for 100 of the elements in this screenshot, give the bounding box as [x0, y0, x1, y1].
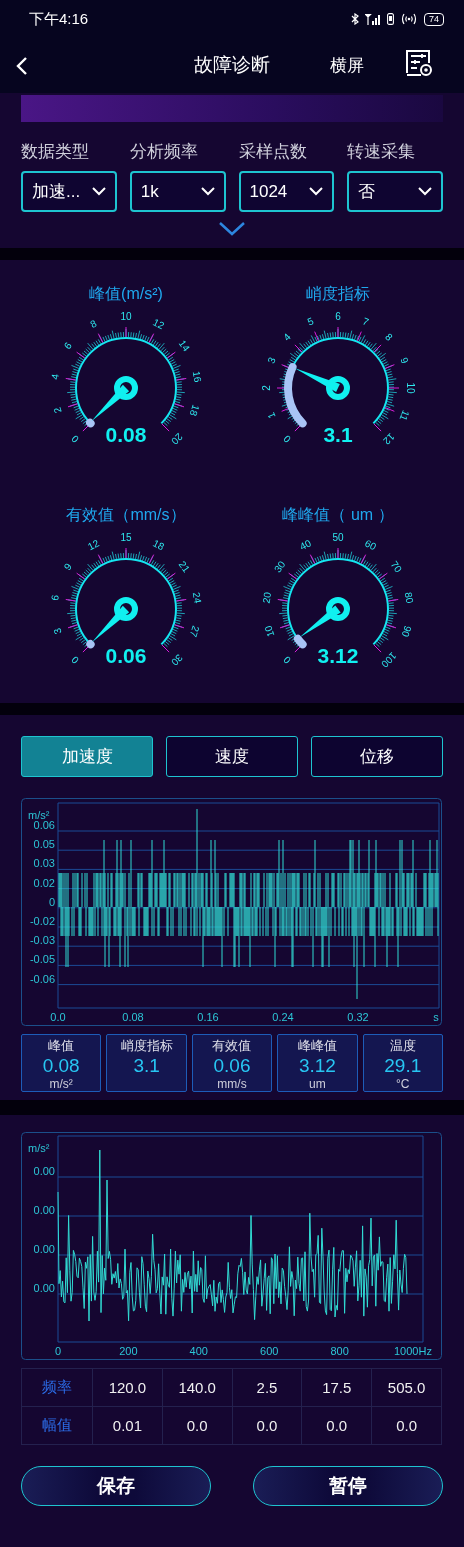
stat-label: 有效值 [212, 1037, 252, 1054]
gauge-value: 0.06 [105, 644, 147, 667]
scale-label: 10 [404, 382, 416, 394]
action-button[interactable]: 暂停 [253, 1466, 443, 1506]
status-time: 下午4:16 [29, 9, 89, 29]
dropdown[interactable]: 加速... [21, 171, 117, 212]
scale-label: 2 [51, 405, 64, 415]
scale-label: 6 [61, 340, 74, 352]
scale-label: 8 [88, 317, 99, 330]
scale-label: 12 [381, 431, 397, 447]
stat-value: 3.12 [298, 1054, 336, 1078]
scale-label: 27 [187, 624, 202, 639]
scale-label: 40 [297, 537, 313, 553]
dropdown[interactable]: 否 [347, 171, 443, 212]
scale-label: 70 [388, 558, 404, 575]
stat-value: 3.1 [133, 1054, 160, 1078]
gauge-needle [294, 367, 350, 400]
axis-label: 1000Hz [394, 1345, 432, 1357]
sim-icon [387, 13, 394, 25]
dropdown[interactable]: 1024 [238, 171, 335, 212]
table-cell: 0.01 [92, 1406, 163, 1445]
scale-label: 20 [260, 591, 274, 605]
axis-label: 800 [330, 1345, 349, 1357]
scale-label: 8 [383, 331, 395, 343]
stat-unit: um [309, 1078, 326, 1091]
settings-icon[interactable] [405, 49, 433, 77]
scale-label: 7 [360, 315, 371, 328]
expand-icon[interactable] [219, 222, 245, 236]
dropdown[interactable]: 1k [129, 171, 226, 212]
table-cell: 0.0 [162, 1406, 233, 1445]
progress-arc [284, 363, 307, 428]
scale-label: 4 [49, 373, 61, 381]
progress-arc [293, 634, 307, 649]
bluetooth-icon [351, 13, 359, 25]
axis-label: -0.02 [29, 915, 55, 927]
scale-label: 50 [332, 531, 344, 543]
scale-label: 14 [176, 337, 192, 354]
axis-label: 0.0 [50, 1011, 66, 1023]
scale-label: 0 [69, 433, 81, 445]
table-cell: 2.5 [232, 1368, 302, 1407]
scale-label: 9 [398, 355, 411, 366]
chevron-down-icon [200, 187, 215, 196]
gauge-title: 峰峰值（ um ） [282, 505, 394, 525]
axis-label: 0.06 [33, 819, 55, 831]
axis-label: -0.05 [29, 953, 55, 966]
chevron-down-icon [91, 187, 106, 196]
hotspot-icon [400, 13, 418, 25]
stat-label: 峰峰值 [297, 1037, 337, 1054]
table-cell: 0.0 [301, 1406, 372, 1445]
table-cell: 0.0 [371, 1406, 442, 1445]
axis-label: 400 [189, 1345, 208, 1357]
action-button[interactable]: 保存 [21, 1466, 211, 1506]
scale-label: 30 [169, 652, 185, 668]
scale-label: 12 [151, 316, 167, 332]
axis-label: 0.24 [272, 1011, 294, 1023]
scale-label: 6 [49, 594, 61, 602]
page-title: 故障诊断 [194, 53, 270, 77]
scale-label: 1 [265, 410, 278, 421]
axis-label: 0.02 [33, 876, 55, 889]
stat-label: 温度 [389, 1037, 416, 1054]
scale-label: 18 [151, 537, 167, 553]
landscape-button[interactable]: 横屏 [330, 54, 364, 77]
scale-label: 24 [190, 591, 204, 605]
table-cell: 505.0 [371, 1368, 442, 1407]
scale-label: 11 [397, 408, 412, 423]
axis-label: 0.00 [33, 1282, 55, 1294]
axis-label: 0.32 [347, 1011, 369, 1023]
tab[interactable]: 加速度 [21, 736, 153, 777]
axis-label: 0.05 [33, 838, 55, 851]
scale-label: 21 [176, 558, 192, 575]
tab[interactable]: 速度 [166, 736, 298, 777]
gauge-needle [299, 597, 350, 638]
axis-label: 0.16 [197, 1011, 219, 1023]
scale-label: 100 [379, 650, 399, 670]
gauge-title: 峭度指标 [306, 284, 370, 304]
scale-label: 9 [61, 561, 74, 573]
axis-label: 0.08 [122, 1011, 144, 1023]
tab[interactable]: 位移 [311, 736, 443, 777]
back-icon[interactable] [16, 56, 28, 76]
scale-label: 4 [281, 331, 293, 343]
scale-label: 3 [51, 626, 64, 636]
scale-label: 80 [402, 591, 416, 605]
table-cell: 120.0 [92, 1368, 163, 1407]
axis-label: 200 [119, 1345, 138, 1357]
stat-label: 峰值 [48, 1037, 75, 1054]
battery-indicator: 74 [424, 12, 444, 26]
stat-unit: m/s² [49, 1078, 73, 1091]
scale-label: 20 [169, 431, 185, 447]
row-header: 频率 [21, 1368, 93, 1407]
scale-label: 12 [85, 537, 101, 553]
stat-label: 峭度指标 [120, 1037, 173, 1054]
stat-value: 0.06 [213, 1054, 251, 1078]
table-cell: 17.5 [301, 1368, 372, 1407]
gauge-value: 3.1 [323, 423, 353, 446]
scale-label: 0 [69, 654, 81, 666]
scale-label: 10 [120, 310, 132, 322]
gauge-title: 有效值（mm/s） [66, 505, 186, 525]
axis-label: -0.06 [29, 972, 55, 985]
selector-label: 转速采集 [347, 141, 417, 162]
scale-label: 90 [399, 624, 414, 639]
